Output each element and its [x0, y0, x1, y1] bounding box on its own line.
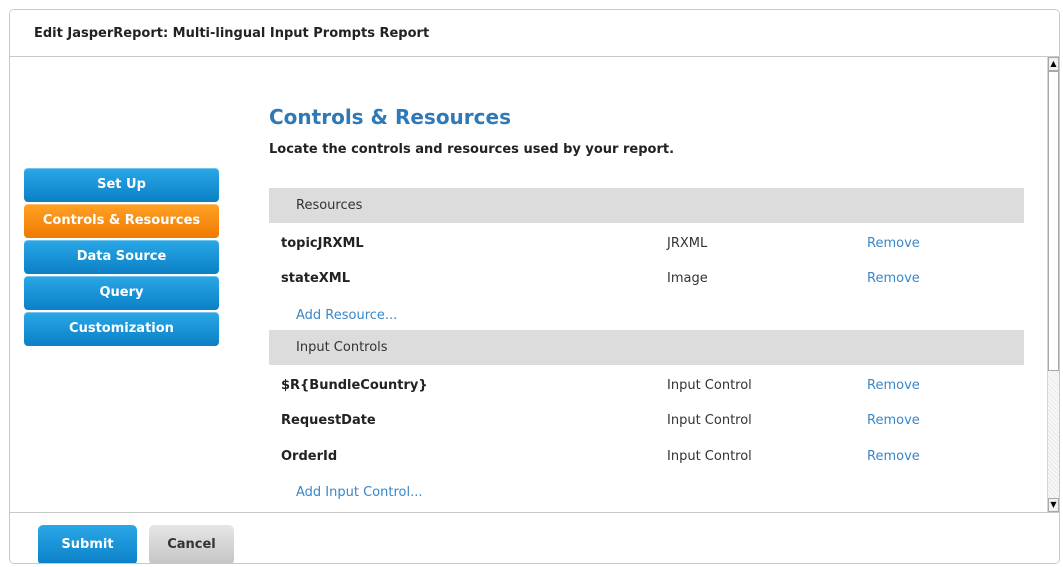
table-row: RequestDate Input Control Remove: [269, 403, 1024, 439]
panel-title: Edit JasperReport: Multi-lingual Input P…: [34, 26, 430, 41]
resource-name: topicJRXML: [281, 236, 364, 251]
vertical-scrollbar[interactable]: ▲ ▼: [1047, 57, 1059, 512]
control-name: RequestDate: [281, 413, 376, 428]
control-name: OrderId: [281, 449, 338, 464]
scroll-thumb[interactable]: [1048, 71, 1059, 371]
table-row: OrderId Input Control Remove: [269, 439, 1024, 475]
nav-item-set-up[interactable]: Set Up: [24, 168, 219, 202]
panel-header: Edit JasperReport: Multi-lingual Input P…: [10, 10, 1059, 57]
remove-link[interactable]: Remove: [867, 261, 920, 297]
input-controls-header: Input Controls: [269, 330, 1024, 365]
control-type: Input Control: [667, 413, 752, 428]
wizard-nav: Set Up Controls & Resources Data Source …: [24, 168, 219, 348]
table-row: $R{BundleCountry} Input Control Remove: [269, 368, 1024, 404]
nav-item-query[interactable]: Query: [24, 276, 219, 310]
table-row: topicJRXML JRXML Remove: [269, 226, 1024, 262]
panel-content: Set Up Controls & Resources Data Source …: [10, 57, 1050, 512]
remove-link[interactable]: Remove: [867, 439, 920, 475]
resource-type: JRXML: [667, 236, 708, 251]
table-row: stateXML Image Remove: [269, 261, 1024, 297]
nav-item-customization[interactable]: Customization: [24, 312, 219, 346]
nav-item-data-source[interactable]: Data Source: [24, 240, 219, 274]
cancel-button[interactable]: Cancel: [149, 525, 234, 563]
remove-link[interactable]: Remove: [867, 368, 920, 404]
remove-link[interactable]: Remove: [867, 403, 920, 439]
panel-footer: Submit Cancel: [10, 512, 1059, 563]
resource-type: Image: [667, 271, 708, 286]
control-type: Input Control: [667, 449, 752, 464]
add-input-control-link[interactable]: Add Input Control...: [296, 485, 422, 500]
submit-button[interactable]: Submit: [38, 525, 137, 563]
edit-report-panel: Edit JasperReport: Multi-lingual Input P…: [9, 9, 1060, 564]
section-title: Controls & Resources: [269, 105, 511, 129]
resources-header: Resources: [269, 188, 1024, 223]
scroll-up-icon[interactable]: ▲: [1048, 57, 1059, 71]
add-resource-link[interactable]: Add Resource...: [296, 308, 397, 323]
resource-name: stateXML: [281, 271, 350, 286]
control-name: $R{BundleCountry}: [281, 378, 428, 393]
section-description: Locate the controls and resources used b…: [269, 142, 675, 157]
nav-item-controls-resources[interactable]: Controls & Resources: [24, 204, 219, 238]
control-type: Input Control: [667, 378, 752, 393]
remove-link[interactable]: Remove: [867, 226, 920, 262]
scroll-down-icon[interactable]: ▼: [1048, 498, 1059, 512]
